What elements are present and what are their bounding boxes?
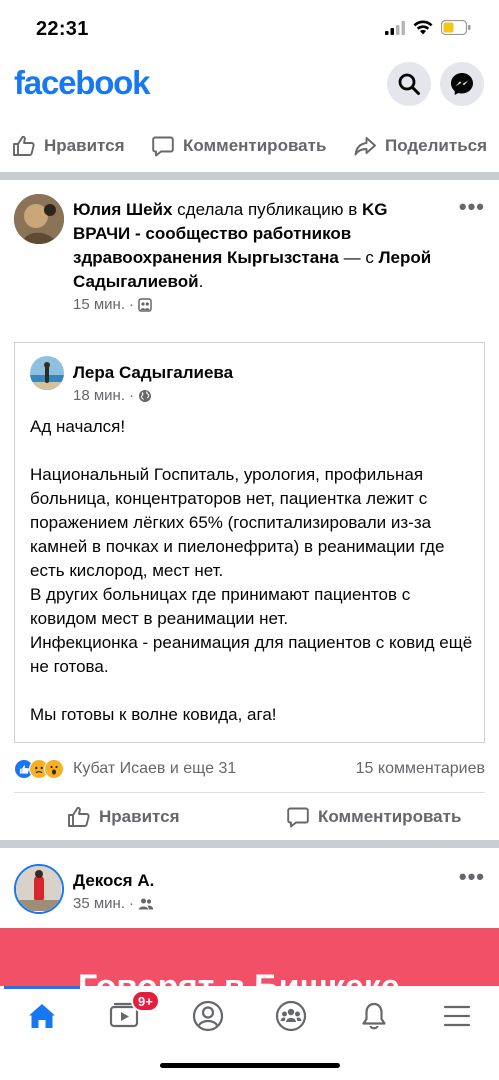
shared-author-avatar[interactable]: [30, 356, 64, 390]
banner-text: Говорят в Бишкеке: [78, 968, 400, 986]
like-button[interactable]: Нравится: [12, 134, 125, 158]
comments-count[interactable]: 15 комментариев: [356, 760, 485, 778]
tab-home[interactable]: [17, 996, 67, 1036]
group-privacy-icon: [138, 297, 152, 312]
avatar-image: [16, 866, 61, 911]
shared-time[interactable]: 18 мин.: [73, 387, 125, 404]
next-post-author-name[interactable]: Декося А.: [73, 871, 154, 891]
meta-separator: ·: [129, 296, 134, 313]
messenger-icon: [451, 73, 473, 95]
menu-icon: [443, 1005, 471, 1027]
shared-post-text: Ад начался! Национальный Госпиталь, урол…: [30, 417, 473, 724]
signal-icon: [385, 20, 405, 35]
thumb-up-icon: [68, 806, 90, 827]
comment-label: Комментировать: [183, 136, 327, 155]
feed-divider: [0, 840, 499, 848]
status-icons: [385, 20, 471, 35]
post-actions-divider: [14, 792, 485, 793]
post-like-button[interactable]: Нравится: [67, 805, 180, 829]
reaction-icons[interactable]: [14, 759, 64, 779]
next-post-more-button[interactable]: •••: [459, 866, 485, 888]
post-more-button[interactable]: •••: [459, 196, 485, 218]
thumb-up-icon: [13, 135, 35, 156]
tab-notifications[interactable]: [349, 996, 399, 1036]
avatar-image: [14, 194, 64, 244]
home-indicator[interactable]: [160, 1063, 340, 1068]
home-icon: [29, 1004, 55, 1028]
next-post-meta: 35 мин. ·: [73, 895, 154, 912]
share-icon: [354, 137, 376, 156]
like-label: Нравится: [44, 136, 125, 155]
reactions-row: Кубат Исаев и еще 31 15 комментариев: [14, 756, 485, 782]
shared-meta: 18 мин. ·: [73, 387, 152, 404]
post-actions: Нравится Комментировать: [0, 798, 499, 836]
globe-icon: [139, 389, 151, 402]
next-post-banner[interactable]: Говорят в Бишкеке: [0, 928, 499, 986]
search-button[interactable]: [387, 62, 431, 106]
previous-post-actions: Нравится Комментировать Поделиться: [0, 128, 499, 164]
battery-icon: [441, 20, 471, 35]
next-post-author-avatar[interactable]: [14, 864, 64, 914]
shared-author-name[interactable]: Лера Садыгалиева: [73, 363, 233, 383]
watch-badge: 9+: [131, 990, 160, 1012]
post-comment-label: Комментировать: [318, 807, 462, 826]
post-meta: 15 мин. ·: [73, 296, 152, 313]
tab-profile[interactable]: [183, 996, 233, 1036]
post-author-avatar[interactable]: [14, 194, 64, 244]
tab-groups[interactable]: [266, 996, 316, 1036]
comment-icon: [152, 136, 174, 157]
feed-divider: [0, 172, 499, 180]
wow-reaction-icon: [44, 759, 64, 779]
search-icon: [398, 73, 420, 95]
groups-icon: [275, 1000, 307, 1032]
bell-icon: [362, 1002, 386, 1030]
wifi-icon: [413, 20, 433, 35]
messenger-button[interactable]: [440, 62, 484, 106]
profile-icon: [192, 1000, 224, 1032]
shared-post-card[interactable]: Лера Садыгалиева 18 мин. · Ад начался! Н…: [14, 342, 485, 743]
avatar-image: [30, 356, 64, 390]
post-action-text: сделала публикацию в: [172, 200, 362, 219]
post-author-name[interactable]: Юлия Шейх: [73, 200, 172, 219]
post-time[interactable]: 15 мин.: [73, 296, 125, 313]
comment-button[interactable]: Комментировать: [151, 134, 326, 158]
active-tab-indicator: [4, 986, 80, 989]
status-time: 22:31: [36, 18, 89, 40]
next-post-time[interactable]: 35 мин.: [73, 895, 125, 912]
share-button[interactable]: Поделиться: [353, 134, 487, 158]
meta-separator: ·: [129, 895, 134, 912]
reactions-summary[interactable]: Кубат Исаев и еще 31: [73, 760, 236, 778]
tab-menu[interactable]: [432, 996, 482, 1036]
facebook-logo[interactable]: facebook: [14, 64, 150, 102]
comment-icon: [287, 807, 309, 828]
meta-separator: ·: [129, 387, 134, 404]
post-comment-button[interactable]: Комментировать: [286, 805, 461, 829]
share-label: Поделиться: [385, 136, 488, 155]
status-bar: 22:31: [0, 0, 499, 58]
friends-icon: [138, 898, 154, 909]
post-like-label: Нравится: [99, 807, 180, 826]
post-with-text: — с: [338, 248, 379, 267]
app-header: facebook: [0, 58, 499, 118]
post-title-period: .: [198, 272, 204, 291]
post-title: Юлия Шейх сделала публикацию в KG ВРАЧИ …: [73, 198, 433, 294]
